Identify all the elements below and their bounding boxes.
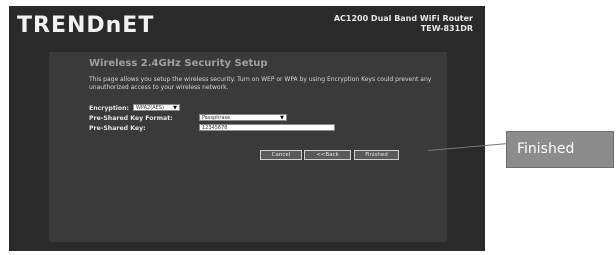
trendnet-logo: TRENDnET	[17, 13, 155, 38]
psk-input[interactable]: 12345678	[199, 124, 335, 131]
psk-format-select[interactable]: Passphrase ▼	[199, 114, 287, 121]
chevron-down-icon: ▼	[173, 105, 177, 111]
model-title: AC1200 Dual Band WiFi Router TEW-831DR	[334, 14, 473, 34]
finished-callout: Finished	[506, 131, 614, 168]
psk-format-label: Pre-Shared Key Format:	[89, 115, 173, 122]
encryption-select[interactable]: WPA2(AES) ▼	[133, 104, 180, 111]
psk-format-select-value: Passphrase	[202, 115, 231, 121]
model-number: TEW-831DR	[420, 24, 473, 33]
router-setup-window: TRENDnET AC1200 Dual Band WiFi Router TE…	[9, 6, 485, 251]
content-panel: Wireless 2.4GHz Security Setup This page…	[49, 52, 447, 242]
psk-label: Pre-Shared Key:	[89, 125, 146, 132]
page-description: This page allows you setup the wireless …	[89, 76, 432, 91]
finished-button[interactable]: Finished	[354, 150, 399, 160]
chevron-down-icon: ▼	[280, 115, 284, 121]
back-button[interactable]: <<Back	[304, 150, 351, 160]
product-title: AC1200 Dual Band WiFi Router	[333, 14, 473, 23]
cancel-button[interactable]: Cancel	[260, 150, 302, 160]
page-title: Wireless 2.4GHz Security Setup	[89, 58, 268, 69]
encryption-select-value: WPA2(AES)	[136, 105, 164, 111]
encryption-label: Encryption:	[89, 105, 130, 112]
header: TRENDnET AC1200 Dual Band WiFi Router TE…	[9, 6, 485, 46]
